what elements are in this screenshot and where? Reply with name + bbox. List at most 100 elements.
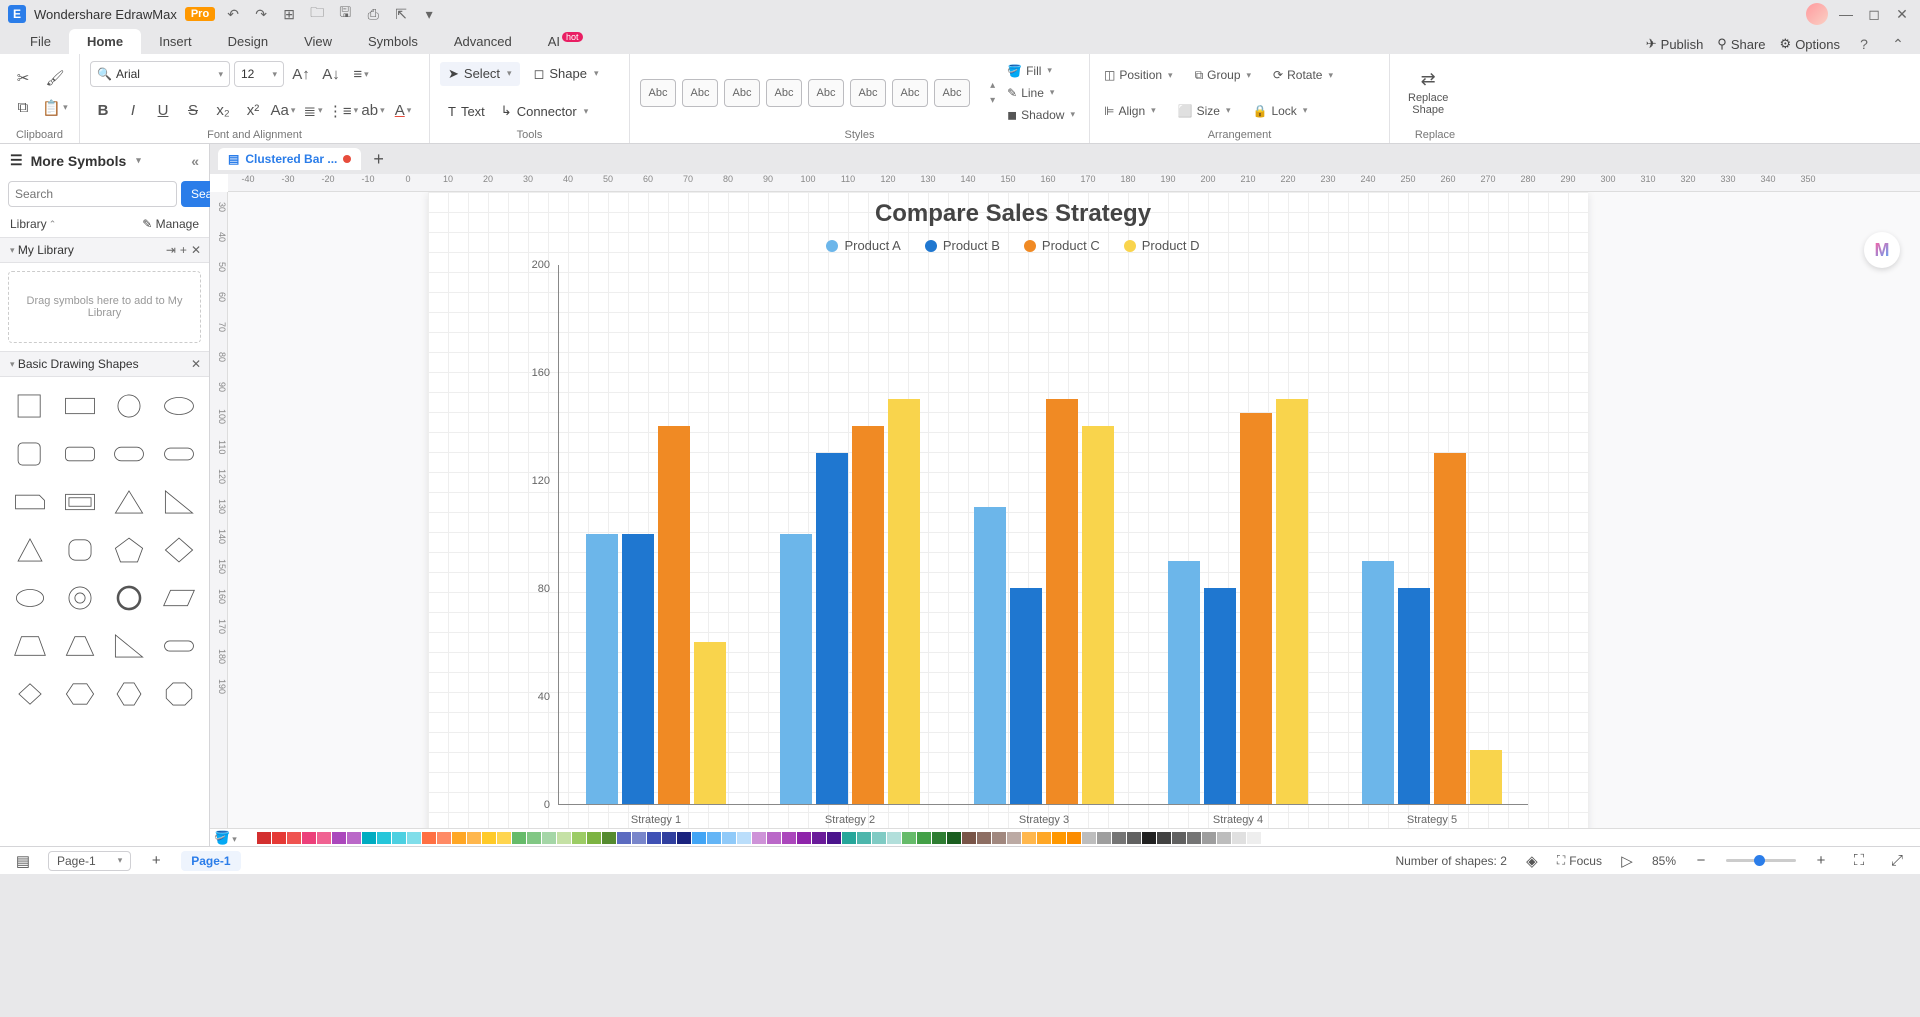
menu-symbols[interactable]: Symbols bbox=[350, 29, 436, 54]
color-swatch[interactable] bbox=[452, 832, 466, 844]
align-icon[interactable]: ≡▾ bbox=[348, 61, 374, 87]
color-swatch[interactable] bbox=[362, 832, 376, 844]
style-preset[interactable]: Abc bbox=[808, 79, 844, 107]
color-swatch[interactable] bbox=[497, 832, 511, 844]
shape-diamond[interactable] bbox=[159, 531, 199, 569]
color-swatch[interactable] bbox=[392, 832, 406, 844]
shape-frame[interactable] bbox=[60, 483, 100, 521]
style-preset[interactable]: Abc bbox=[850, 79, 886, 107]
shadow-button[interactable]: ◼Shadow▾ bbox=[1003, 106, 1079, 124]
shape-rounded-rect[interactable] bbox=[60, 435, 100, 473]
highlight-icon[interactable]: ab▾ bbox=[360, 98, 386, 124]
strike-icon[interactable]: S bbox=[180, 98, 206, 124]
color-swatch[interactable] bbox=[407, 832, 421, 844]
color-swatch[interactable] bbox=[707, 832, 721, 844]
rotate-button[interactable]: ⟳Rotate▾ bbox=[1269, 66, 1337, 84]
shape-parallelogram[interactable] bbox=[159, 579, 199, 617]
color-swatch[interactable] bbox=[1067, 832, 1081, 844]
shape-trapezoid[interactable] bbox=[10, 627, 50, 665]
close-icon[interactable]: ✕ bbox=[1892, 4, 1912, 24]
case-icon[interactable]: Aa▾ bbox=[270, 98, 296, 124]
color-swatch[interactable] bbox=[857, 832, 871, 844]
bullets-icon[interactable]: ⋮≡▾ bbox=[330, 98, 356, 124]
color-swatch[interactable] bbox=[542, 832, 556, 844]
color-swatch[interactable] bbox=[842, 832, 856, 844]
add-icon[interactable]: + bbox=[180, 243, 187, 257]
floating-logo[interactable]: M bbox=[1864, 232, 1900, 268]
maximize-icon[interactable]: ◻ bbox=[1864, 4, 1884, 24]
color-swatch[interactable] bbox=[1112, 832, 1126, 844]
chart[interactable]: Compare Sales Strategy Product AProduct … bbox=[488, 200, 1538, 828]
bar[interactable] bbox=[622, 534, 654, 804]
shape-rounded-hex[interactable] bbox=[60, 531, 100, 569]
bold-icon[interactable]: B bbox=[90, 98, 116, 124]
color-swatch[interactable] bbox=[767, 832, 781, 844]
shape-hexagon2[interactable] bbox=[60, 675, 100, 713]
color-swatch[interactable] bbox=[347, 832, 361, 844]
increase-font-icon[interactable]: A↑ bbox=[288, 61, 314, 87]
new-icon[interactable]: ⊞ bbox=[279, 4, 299, 24]
menu-ai[interactable]: AIhot bbox=[530, 29, 599, 54]
color-swatch[interactable] bbox=[1037, 832, 1051, 844]
page-select[interactable]: Page-1▾ bbox=[48, 851, 131, 871]
bar[interactable] bbox=[1082, 426, 1114, 804]
shape-octagon[interactable] bbox=[159, 675, 199, 713]
color-swatch[interactable] bbox=[977, 832, 991, 844]
focus-button[interactable]: ⛶Focus bbox=[1557, 853, 1602, 868]
color-swatch[interactable] bbox=[1157, 832, 1171, 844]
font-family-select[interactable]: 🔍Arial▾ bbox=[90, 61, 230, 87]
group-button[interactable]: ⧉Group▾ bbox=[1191, 66, 1255, 85]
zoom-slider[interactable] bbox=[1726, 859, 1796, 862]
text-tool[interactable]: TText bbox=[440, 99, 493, 123]
color-swatch[interactable] bbox=[797, 832, 811, 844]
format-painter-icon[interactable]: 🖌 bbox=[42, 65, 68, 91]
open-icon[interactable]: 🗀 bbox=[307, 4, 327, 24]
color-swatch[interactable] bbox=[632, 832, 646, 844]
paste-icon[interactable]: 📋▾ bbox=[42, 95, 68, 121]
color-swatch[interactable] bbox=[512, 832, 526, 844]
select-tool[interactable]: ➤Select▾ bbox=[440, 62, 520, 86]
color-swatch[interactable] bbox=[1052, 832, 1066, 844]
shape-donut[interactable] bbox=[60, 579, 100, 617]
drop-area[interactable]: Drag symbols here to add to My Library bbox=[8, 271, 201, 343]
color-swatch[interactable] bbox=[437, 832, 451, 844]
shape-rect[interactable] bbox=[60, 387, 100, 425]
color-swatch[interactable] bbox=[722, 832, 736, 844]
bar[interactable] bbox=[1204, 588, 1236, 804]
canvas[interactable]: Compare Sales Strategy Product AProduct … bbox=[228, 192, 1920, 828]
bar[interactable] bbox=[1240, 413, 1272, 805]
style-preset[interactable]: Abc bbox=[892, 79, 928, 107]
bar[interactable] bbox=[888, 399, 920, 804]
minimize-icon[interactable]: — bbox=[1836, 4, 1856, 24]
font-color-icon[interactable]: A▾ bbox=[390, 98, 416, 124]
color-swatch[interactable] bbox=[257, 832, 271, 844]
menu-advanced[interactable]: Advanced bbox=[436, 29, 530, 54]
search-input[interactable] bbox=[8, 181, 177, 207]
bar[interactable] bbox=[1276, 399, 1308, 804]
shape-ellipse[interactable] bbox=[159, 387, 199, 425]
play-icon[interactable]: ▷ bbox=[1614, 848, 1640, 874]
menu-insert[interactable]: Insert bbox=[141, 29, 210, 54]
bar[interactable] bbox=[658, 426, 690, 804]
color-swatch[interactable] bbox=[737, 832, 751, 844]
shape-pentagon[interactable] bbox=[110, 531, 150, 569]
decrease-font-icon[interactable]: A↓ bbox=[318, 61, 344, 87]
color-swatch[interactable] bbox=[992, 832, 1006, 844]
zoom-out-icon[interactable]: − bbox=[1688, 848, 1714, 874]
color-swatch[interactable] bbox=[1232, 832, 1246, 844]
color-swatch[interactable] bbox=[377, 832, 391, 844]
style-preset[interactable]: Abc bbox=[724, 79, 760, 107]
color-swatch[interactable] bbox=[812, 832, 826, 844]
bar[interactable] bbox=[1434, 453, 1466, 804]
fill-button[interactable]: 🪣Fill▾ bbox=[1003, 62, 1079, 80]
hamburger-icon[interactable]: ☰ bbox=[10, 152, 23, 169]
color-swatch[interactable] bbox=[1022, 832, 1036, 844]
lock-button[interactable]: 🔒Lock▾ bbox=[1249, 102, 1312, 120]
color-swatch[interactable] bbox=[647, 832, 661, 844]
shape-circle[interactable] bbox=[110, 387, 150, 425]
fullscreen-icon[interactable]: ⤢ bbox=[1884, 848, 1910, 874]
bar-group[interactable]: Strategy 2 bbox=[780, 399, 920, 804]
close-lib-icon[interactable]: ✕ bbox=[191, 243, 201, 257]
color-swatch[interactable] bbox=[827, 832, 841, 844]
connector-tool[interactable]: ↳Connector▾ bbox=[493, 99, 596, 123]
